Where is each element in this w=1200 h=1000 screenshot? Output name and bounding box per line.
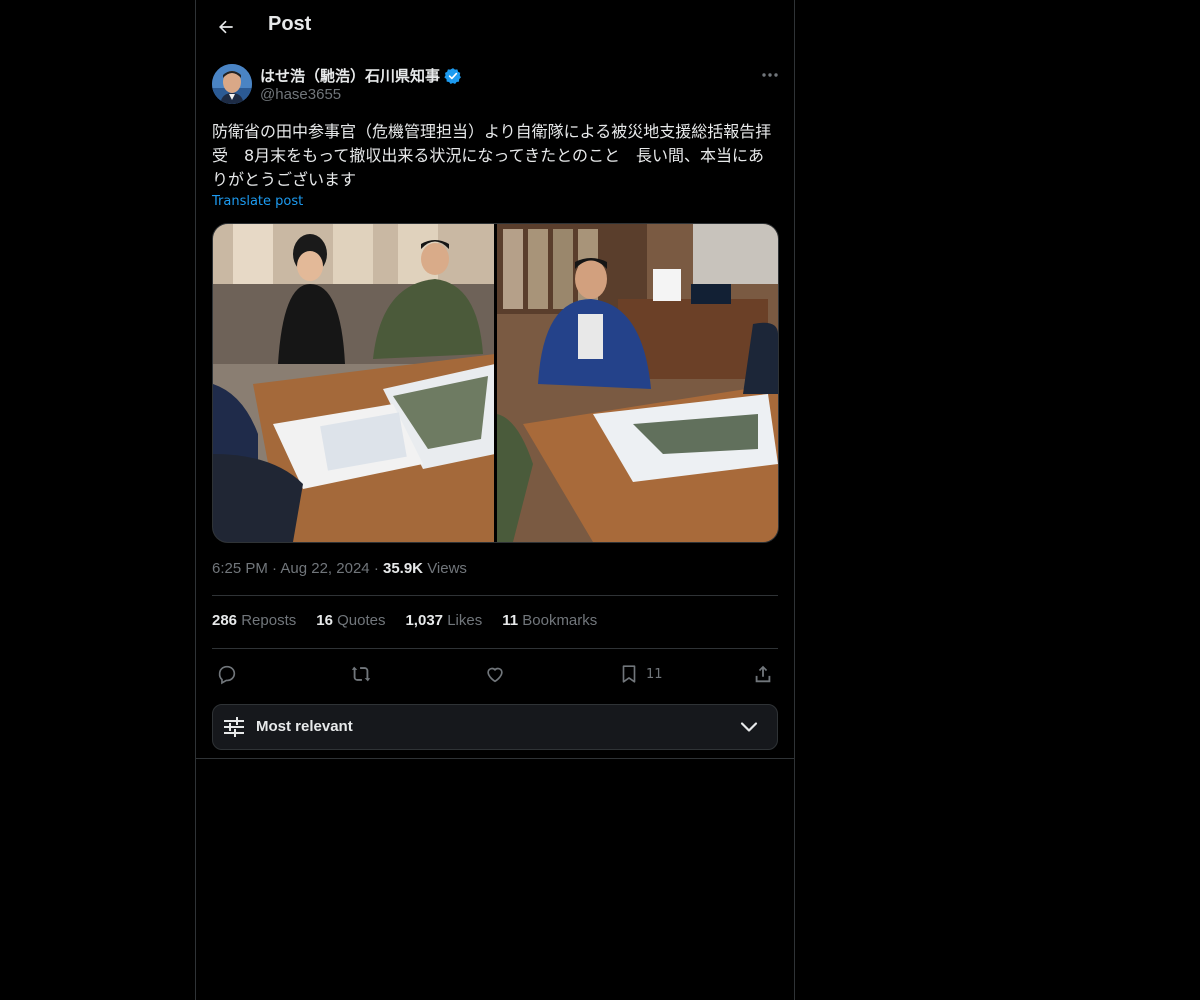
photo-left[interactable]: [213, 224, 495, 542]
meta-separator: ·: [373, 560, 383, 577]
reply-icon: [218, 665, 236, 685]
action-bar: 11: [212, 660, 778, 688]
reply-button[interactable]: [216, 660, 238, 688]
bookmarks-label: Bookmarks: [522, 612, 598, 629]
author-name[interactable]: はせ浩（馳浩）石川県知事: [260, 65, 462, 86]
quotes-stat[interactable]: 16 Quotes: [316, 612, 385, 629]
page-header: Post: [196, 0, 794, 54]
share-icon: [755, 665, 771, 683]
main-column: Post はせ浩（馳浩）石川県知事 @hase3655 防衛省の田中参事官（危機…: [195, 0, 795, 1000]
likes-stat[interactable]: 1,037 Likes: [405, 612, 482, 629]
repost-icon: [351, 666, 371, 682]
author-name-text: はせ浩（馳浩）石川県知事: [260, 67, 441, 85]
bookmarks-stat[interactable]: 11 Bookmarks: [502, 612, 597, 629]
verified-badge-icon: [444, 67, 461, 84]
reply-sort-dropdown[interactable]: Most relevant: [212, 704, 778, 750]
heart-icon: [487, 667, 503, 683]
divider: [212, 595, 778, 596]
post-time[interactable]: 6:25 PM: [212, 560, 268, 577]
bookmarks-count: 11: [502, 612, 519, 629]
reposts-count: 286: [212, 612, 238, 629]
page-title: Post: [268, 13, 312, 35]
post-date[interactable]: Aug 22, 2024: [280, 560, 369, 577]
sort-label: Most relevant: [256, 718, 353, 735]
likes-count: 1,037: [405, 612, 444, 629]
bookmark-icon: [622, 665, 636, 683]
chevron-down-icon: [740, 722, 758, 732]
back-button[interactable]: [212, 13, 240, 41]
post-media[interactable]: [212, 223, 779, 543]
quotes-count: 16: [316, 612, 333, 629]
like-button[interactable]: [484, 660, 506, 688]
reposts-stat[interactable]: 286 Reposts: [212, 612, 296, 629]
post-metadata: 6:25 PM · Aug 22, 2024 · 35.9K Views: [212, 560, 467, 577]
photo-right[interactable]: [497, 224, 778, 542]
reposts-label: Reposts: [241, 612, 297, 629]
likes-label: Likes: [447, 612, 483, 629]
engagement-stats: 286 Reposts 16 Quotes 1,037 Likes 11 Boo…: [212, 612, 597, 629]
more-options-button[interactable]: [756, 64, 784, 86]
bookmark-button[interactable]: 11: [618, 660, 663, 688]
share-button[interactable]: [752, 660, 774, 688]
translate-post-link[interactable]: Translate post: [212, 194, 303, 209]
arrow-left-icon: [219, 20, 233, 34]
views-count: 35.9K: [382, 560, 424, 577]
sliders-icon: [224, 717, 244, 737]
divider: [196, 758, 794, 759]
bookmark-count: 11: [646, 666, 663, 682]
more-dots-icon: [762, 73, 778, 77]
repost-button[interactable]: [350, 660, 372, 688]
divider: [212, 648, 778, 649]
quotes-label: Quotes: [337, 612, 386, 629]
post-text: 防衛省の田中参事官（危機管理担当）より自衛隊による被災地支援総括報告拝受 8月末…: [212, 122, 772, 189]
avatar[interactable]: [212, 64, 252, 104]
author-handle[interactable]: @hase3655: [260, 86, 341, 103]
views-label: Views: [427, 560, 467, 577]
